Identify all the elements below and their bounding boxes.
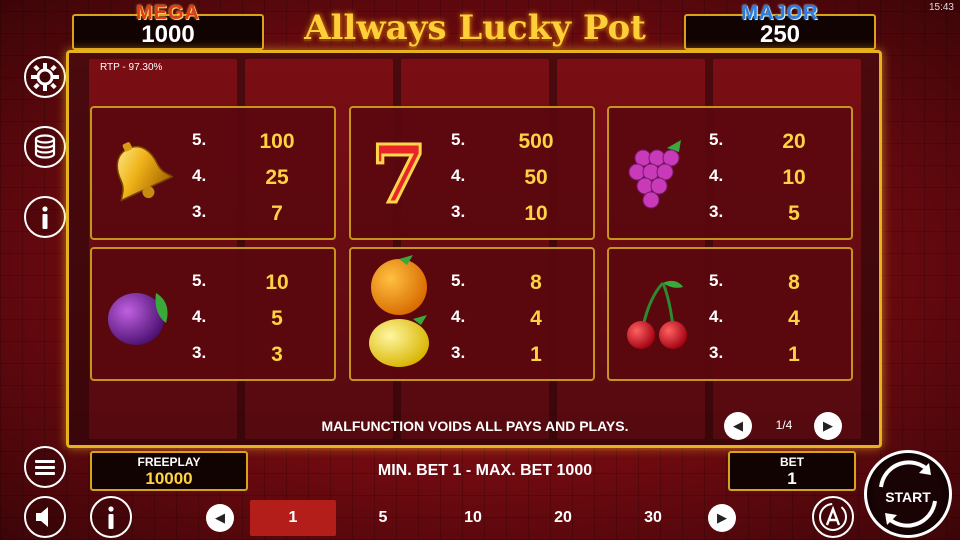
start-label: START	[885, 489, 931, 505]
freeplay-label: FREEPLAY	[137, 455, 201, 469]
pay-value: 5	[271, 307, 283, 330]
menu-button[interactable]	[24, 446, 66, 488]
start-button[interactable]: START	[864, 450, 952, 538]
settings-button[interactable]	[24, 56, 66, 98]
chevron-left-icon: ◀	[733, 418, 743, 433]
pay-value: 3	[271, 343, 283, 366]
jackpot-mega-label: MEGA	[136, 2, 200, 24]
pay-count: 3.	[709, 202, 724, 221]
info-icon	[108, 506, 114, 529]
plum-icon	[108, 293, 168, 345]
page-indicator: 1/4	[775, 418, 793, 432]
paytable-card-grapes: 5. 20 4. 10 3. 5	[607, 106, 853, 240]
bell-icon	[116, 142, 174, 202]
bet-option[interactable]: 20	[520, 500, 606, 536]
pay-value: 10	[782, 166, 806, 189]
freeplay-value: 10000	[145, 469, 193, 488]
jackpot-major: MAJOR 250	[684, 3, 876, 50]
prev-page-button[interactable]: ◀	[724, 412, 752, 440]
autoplay-button[interactable]	[812, 496, 854, 538]
gear-icon	[31, 63, 59, 91]
jackpot-major-value: 250	[759, 21, 801, 48]
jackpot-mega: MEGA 1000	[72, 3, 264, 50]
pay-value: 25	[265, 166, 289, 189]
pay-value: 500	[518, 130, 554, 153]
chevron-left-icon: ◀	[215, 510, 225, 525]
malfunction-notice: MALFUNCTION VOIDS ALL PAYS AND PLAYS.	[321, 418, 629, 434]
info-bottom-button[interactable]	[90, 496, 132, 538]
pay-count: 3.	[709, 343, 724, 362]
menu-icon	[35, 460, 55, 475]
pay-value: 8	[530, 271, 542, 294]
pay-count: 4.	[709, 166, 724, 185]
bet-option[interactable]: 1	[250, 500, 336, 536]
pay-count: 5.	[451, 130, 466, 149]
coins-stack-icon	[34, 134, 56, 159]
chevron-right-icon: ▶	[823, 418, 833, 433]
paytable-card-cherry: 5. 8 4. 4 3. 1	[607, 247, 853, 381]
bet-option[interactable]: 10	[430, 500, 516, 536]
info-icon	[42, 206, 48, 229]
bet-label: BET	[780, 455, 804, 469]
orange-lemon-icon	[369, 255, 429, 367]
pay-value: 1	[530, 343, 542, 366]
pay-count: 4.	[451, 307, 466, 326]
grapes-icon	[628, 140, 681, 209]
seven-icon: 7	[370, 130, 429, 216]
pay-value: 20	[782, 130, 806, 153]
pay-value: 5	[788, 202, 800, 225]
coins-button[interactable]	[24, 126, 66, 168]
pay-count: 4.	[192, 166, 207, 185]
pay-count: 3.	[192, 343, 207, 362]
pay-value: 4	[530, 307, 542, 330]
pay-value: 1	[788, 343, 800, 366]
jackpot-mega-value: 1000	[141, 21, 195, 48]
jackpot-major-label: MAJOR	[741, 2, 819, 24]
chevron-right-icon: ▶	[717, 510, 727, 525]
pay-value: 10	[265, 271, 289, 294]
pay-count: 5.	[451, 271, 466, 290]
autoplay-icon	[819, 503, 847, 531]
pay-count: 5.	[192, 130, 207, 149]
status-clock: 15:43	[928, 2, 954, 13]
rtp-label: RTP - 97.30%	[100, 62, 163, 73]
info-side-button[interactable]	[24, 196, 66, 238]
pay-count: 4.	[709, 307, 724, 326]
pay-count: 4.	[451, 166, 466, 185]
paytable-card-orange-lemon: 5. 8 4. 4 3. 1	[349, 247, 595, 381]
pay-count: 4.	[192, 307, 207, 326]
bet-limits: MIN. BET 1 - MAX. BET 1000	[377, 462, 593, 479]
pay-count: 3.	[451, 202, 466, 221]
freeplay-box: FREEPLAY 10000	[90, 451, 248, 491]
pay-count: 5.	[192, 271, 207, 290]
bet-next-button[interactable]: ▶	[708, 504, 736, 532]
cherry-icon	[627, 280, 687, 349]
bet-value: 1	[787, 469, 797, 488]
pay-count: 3.	[451, 343, 466, 362]
game-title: Allways Lucky Pot	[304, 8, 646, 48]
pay-value: 50	[524, 166, 548, 189]
pay-value: 10	[524, 202, 548, 225]
paytable-card-plum: 5. 10 4. 5 3. 3	[90, 247, 336, 381]
pay-count: 5.	[709, 271, 724, 290]
pay-value: 4	[788, 307, 800, 330]
pay-value: 7	[271, 202, 283, 225]
pay-count: 5.	[709, 130, 724, 149]
speaker-icon	[36, 507, 48, 527]
pay-value: 100	[259, 130, 295, 153]
pay-value: 8	[788, 271, 800, 294]
bet-option[interactable]: 5	[340, 500, 426, 536]
bet-prev-button[interactable]: ◀	[206, 504, 234, 532]
seven-glyph: 7	[371, 130, 427, 216]
bet-option[interactable]: 30	[610, 500, 696, 536]
paytable-pagination: ◀ 1/4 ▶	[724, 412, 844, 440]
bet-box: BET 1	[728, 451, 856, 491]
paytable-card-seven: 7 5. 500 4. 50 3. 10	[349, 106, 595, 240]
next-page-button[interactable]: ▶	[814, 412, 842, 440]
sound-button[interactable]	[24, 496, 66, 538]
bet-selector: ◀ 1 5 10 20 30 ▶	[196, 498, 752, 538]
pay-count: 3.	[192, 202, 207, 221]
paytable-card-bell: 5. 100 4. 25 3. 7	[90, 106, 336, 240]
